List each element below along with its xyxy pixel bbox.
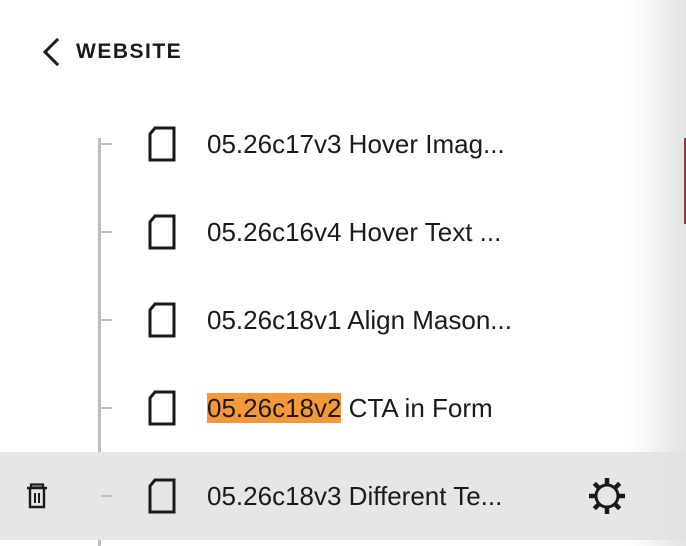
back-to-website-button[interactable]: WEBSITE: [40, 34, 182, 70]
page-title-rest: CTA in Form: [341, 393, 493, 423]
search-match-highlight: 05.26c18v2: [207, 393, 342, 423]
tree-branch-tick: [101, 319, 112, 321]
chevron-left-icon: [40, 34, 66, 70]
page-item[interactable]: 05.26c17v3 Hover Imag...: [0, 100, 686, 188]
tree-branch-tick: [101, 407, 112, 409]
page-item[interactable]: 05.26c18v1 Align Mason...: [0, 276, 686, 364]
page-title: 05.26c18v2 CTA in Form: [207, 364, 493, 452]
page-title: 05.26c18v1 Align Mason...: [207, 305, 512, 335]
section-title: WEBSITE: [76, 40, 183, 63]
page-title: 05.26c17v3 Hover Imag...: [207, 129, 505, 159]
page-icon: [148, 214, 176, 250]
page-title: 05.26c18v3 Different Te...: [207, 481, 503, 511]
page-icon: [148, 390, 176, 426]
page-item[interactable]: 05.26c16v4 Hover Text ...: [0, 188, 686, 276]
tree-branch-tick: [101, 495, 112, 497]
tree-branch-tick: [101, 143, 112, 145]
page-item-selected[interactable]: 05.26c18v3 Different Te...: [0, 452, 686, 540]
tree-branch-tick: [101, 231, 112, 233]
page-icon: [148, 478, 176, 514]
page-icon: [148, 302, 176, 338]
gear-icon[interactable]: [587, 476, 627, 516]
trash-icon[interactable]: [25, 483, 49, 509]
page-icon: [148, 126, 176, 162]
pages-panel: WEBSITE 05.26c17v3 Hover Imag... 05.26c1…: [0, 0, 686, 546]
page-item[interactable]: 05.26c18v2 CTA in Form: [0, 364, 686, 452]
page-title: 05.26c16v4 Hover Text ...: [207, 217, 502, 247]
